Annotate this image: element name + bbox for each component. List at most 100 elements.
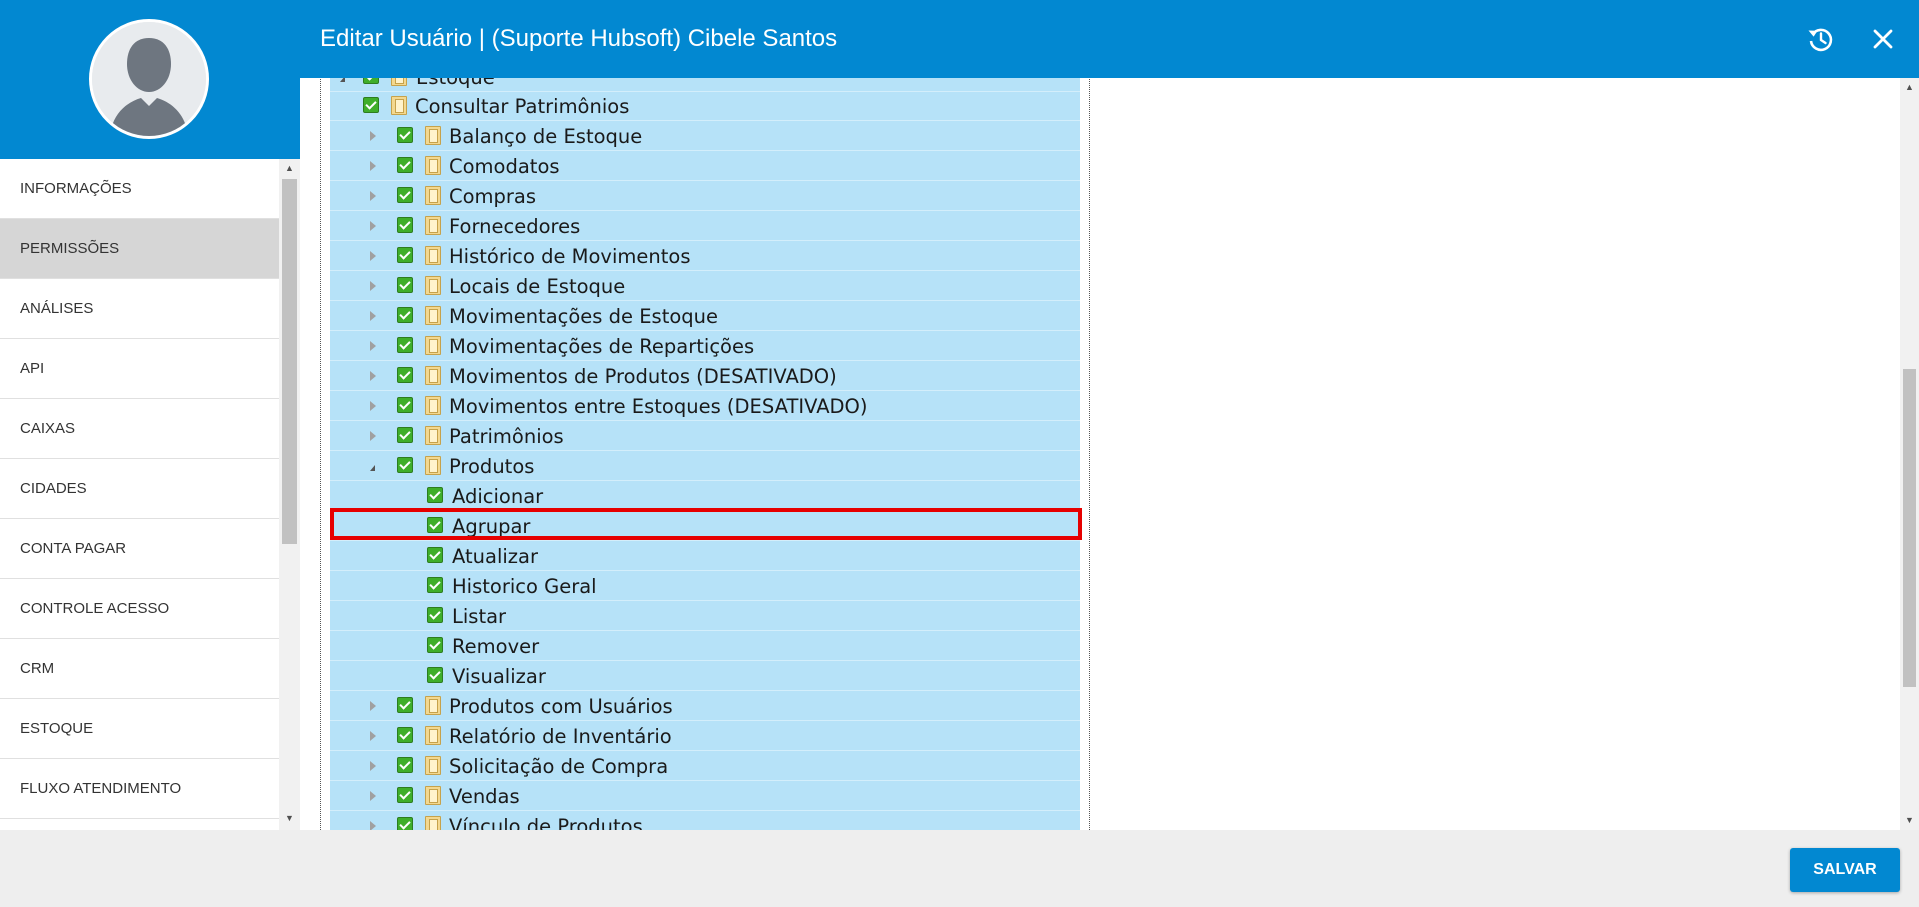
tree-node[interactable]: Vínculo de Produtos	[330, 812, 1080, 830]
tree-node-label[interactable]: Movimentos entre Estoques (DESATIVADO)	[449, 392, 868, 421]
expand-arrow-icon[interactable]	[370, 821, 376, 830]
tree-node[interactable]: Locais de Estoque	[330, 272, 1080, 301]
checkbox-icon[interactable]	[397, 817, 413, 830]
tree-node-label[interactable]: Movimentações de Repartições	[449, 332, 754, 361]
tree-node-label[interactable]: Listar	[452, 602, 506, 631]
tree-node-label[interactable]: Produtos	[449, 452, 534, 481]
checkbox-icon[interactable]	[397, 697, 413, 713]
checkbox-icon[interactable]	[397, 787, 413, 803]
tree-node[interactable]: Produtos com Usuários	[330, 692, 1080, 721]
checkbox-icon[interactable]	[397, 457, 413, 473]
expand-arrow-icon[interactable]	[370, 161, 376, 171]
checkbox-icon[interactable]	[427, 607, 443, 623]
tree-node[interactable]: Compras	[330, 182, 1080, 211]
tree-node[interactable]: Remover	[330, 632, 1080, 661]
tree-node-label[interactable]: Relatório de Inventário	[449, 722, 672, 751]
tree-node[interactable]: Movimentações de Repartições	[330, 332, 1080, 361]
tree-node-label[interactable]: Movimentações de Estoque	[449, 302, 718, 331]
tree-node[interactable]: Vendas	[330, 782, 1080, 811]
checkbox-icon[interactable]	[427, 547, 443, 563]
tree-node-agrupar[interactable]: Agrupar	[330, 512, 1080, 541]
sidebar-item-cidades[interactable]: CIDADES	[0, 459, 279, 519]
expand-arrow-icon[interactable]	[370, 431, 376, 441]
expand-arrow-icon[interactable]	[370, 401, 376, 411]
tree-node[interactable]: Balanço de Estoque	[330, 122, 1080, 151]
checkbox-icon[interactable]	[397, 337, 413, 353]
checkbox-icon[interactable]	[397, 217, 413, 233]
tree-node[interactable]: Historico Geral	[330, 572, 1080, 601]
checkbox-icon[interactable]	[427, 577, 443, 593]
expand-arrow-icon[interactable]	[370, 311, 376, 321]
scroll-up-arrow-icon[interactable]: ▲	[1900, 80, 1919, 94]
expand-arrow-icon[interactable]	[370, 341, 376, 351]
checkbox-icon[interactable]	[397, 187, 413, 203]
scroll-down-arrow-icon[interactable]: ▼	[1900, 813, 1919, 827]
scroll-down-arrow-icon[interactable]: ▼	[279, 811, 300, 825]
tree-node-label[interactable]: Vendas	[449, 782, 520, 811]
tree-node[interactable]: Movimentações de Estoque	[330, 302, 1080, 331]
expand-arrow-icon[interactable]	[370, 761, 376, 771]
tree-node-label[interactable]: Patrimônios	[449, 422, 564, 451]
tree-node-label[interactable]: Estoque	[416, 78, 495, 92]
expand-arrow-icon[interactable]	[370, 731, 376, 741]
tree-node[interactable]: Listar	[330, 602, 1080, 631]
expand-arrow-icon[interactable]	[370, 791, 376, 801]
tree-node[interactable]: Patrimônios	[330, 422, 1080, 451]
checkbox-icon[interactable]	[397, 247, 413, 263]
tree-node[interactable]: Fornecedores	[330, 212, 1080, 241]
sidebar-item-analises[interactable]: ANÁLISES	[0, 279, 279, 339]
sidebar-item-conta-pagar[interactable]: CONTA PAGAR	[0, 519, 279, 579]
tree-node[interactable]: Adicionar	[330, 482, 1080, 511]
scroll-up-arrow-icon[interactable]: ▲	[279, 161, 300, 175]
collapse-arrow-icon[interactable]	[370, 465, 375, 471]
sidebar-item-estoque[interactable]: ESTOQUE	[0, 699, 279, 759]
tree-node-label[interactable]: Balanço de Estoque	[449, 122, 642, 151]
tree-node[interactable]: Consultar Patrimônios	[330, 92, 1080, 121]
tree-node-label[interactable]: Vínculo de Produtos	[449, 812, 643, 830]
expand-arrow-icon[interactable]	[370, 281, 376, 291]
tree-node[interactable]: Atualizar	[330, 542, 1080, 571]
checkbox-icon[interactable]	[427, 487, 443, 503]
tree-node-produtos[interactable]: Produtos	[330, 452, 1080, 481]
tree-node-label[interactable]: Histórico de Movimentos	[449, 242, 690, 271]
checkbox-icon[interactable]	[363, 97, 379, 113]
tree-node[interactable]: Relatório de Inventário	[330, 722, 1080, 751]
expand-arrow-icon[interactable]	[370, 251, 376, 261]
tree-node-label[interactable]: Agrupar	[452, 512, 530, 541]
tree-node-label[interactable]: Comodatos	[449, 152, 560, 181]
close-button[interactable]	[1868, 24, 1898, 54]
expand-arrow-icon[interactable]	[370, 701, 376, 711]
sidebar-item-permissoes[interactable]: PERMISSÕES	[0, 219, 279, 279]
content-scrollbar[interactable]: ▲ ▼	[1900, 78, 1919, 830]
checkbox-icon[interactable]	[427, 517, 443, 533]
tree-node-label[interactable]: Produtos com Usuários	[449, 692, 673, 721]
history-button[interactable]	[1805, 24, 1835, 54]
sidebar-item-caixas[interactable]: CAIXAS	[0, 399, 279, 459]
tree-node-label[interactable]: Fornecedores	[449, 212, 580, 241]
expand-arrow-icon[interactable]	[370, 371, 376, 381]
sidebar-item-informacoes[interactable]: INFORMAÇÕES	[0, 159, 279, 219]
tree-node-label[interactable]: Locais de Estoque	[449, 272, 625, 301]
tree-node[interactable]: Visualizar	[330, 662, 1080, 691]
content-scrollbar-thumb[interactable]	[1903, 369, 1916, 687]
tree-node[interactable]: Movimentos de Produtos (DESATIVADO)	[330, 362, 1080, 391]
checkbox-icon[interactable]	[397, 367, 413, 383]
tree-node-label[interactable]: Solicitação de Compra	[449, 752, 668, 781]
checkbox-icon[interactable]	[397, 307, 413, 323]
tree-node[interactable]: Histórico de Movimentos	[330, 242, 1080, 271]
tree-node-label[interactable]: Consultar Patrimônios	[415, 92, 629, 121]
tree-node[interactable]: Comodatos	[330, 152, 1080, 181]
tree-node-label[interactable]: Movimentos de Produtos (DESATIVADO)	[449, 362, 837, 391]
checkbox-icon[interactable]	[397, 757, 413, 773]
tree-node-label[interactable]: Compras	[449, 182, 536, 211]
expand-arrow-icon[interactable]	[370, 221, 376, 231]
checkbox-icon[interactable]	[397, 397, 413, 413]
sidebar-scrollbar[interactable]: ▲ ▼	[279, 159, 300, 830]
save-button[interactable]: SALVAR	[1790, 848, 1900, 892]
expand-arrow-icon[interactable]	[370, 131, 376, 141]
checkbox-icon[interactable]	[397, 127, 413, 143]
expand-arrow-icon[interactable]	[340, 78, 345, 82]
tree-node-label[interactable]: Atualizar	[452, 542, 538, 571]
sidebar-item-controle-acesso[interactable]: CONTROLE ACESSO	[0, 579, 279, 639]
tree-node-label[interactable]: Remover	[452, 632, 539, 661]
